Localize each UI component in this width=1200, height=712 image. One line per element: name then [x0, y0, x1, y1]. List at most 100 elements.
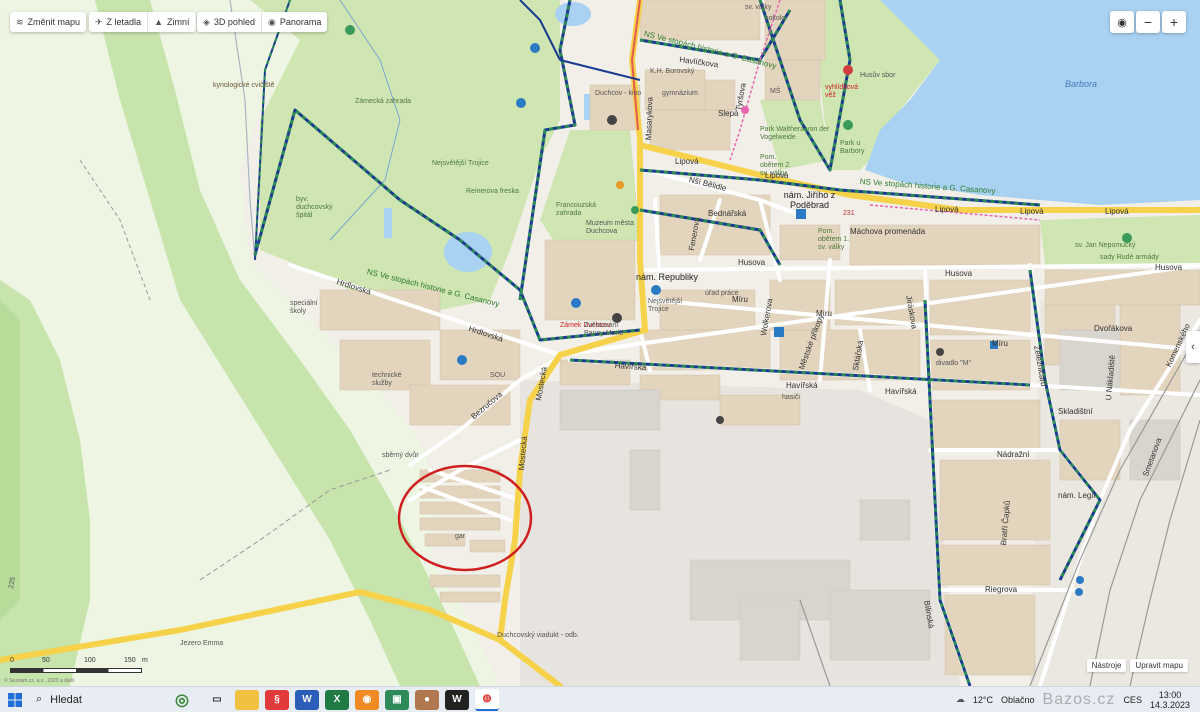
start-button[interactable] — [0, 687, 30, 712]
label-divadlo: divadlo "M" — [936, 360, 971, 367]
zoom-out-button[interactable]: − — [1136, 11, 1160, 33]
clock-date: 14.3.2023 — [1149, 699, 1190, 710]
attribution[interactable]: © Seznam.cz, a.s., 2023 a další — [4, 678, 75, 684]
3d-view-button[interactable]: ◈ 3D pohled — [197, 12, 262, 32]
label-technicke-sluzby: technické služby — [372, 372, 402, 387]
label-barbora: Barbora — [1065, 79, 1098, 89]
system-tray: ☁ 12°C Oblačno Bazos.cz CES 13:00 14.3.2… — [956, 687, 1190, 712]
label-nam-republiky: nám. Republiky — [636, 272, 699, 282]
street-husova2: Husova — [945, 269, 973, 278]
label-nejsvetejsi: Nejsvětější Trojice — [432, 160, 489, 167]
app-avatar-icon[interactable]: ● — [415, 689, 439, 710]
street-lipova4: Lipová — [1020, 207, 1044, 216]
street-skladistni: Skladištní — [1058, 407, 1093, 416]
excel-icon[interactable]: X — [325, 689, 349, 710]
watermark: Bazos.cz — [1042, 690, 1116, 708]
label-duchcovsky-viadukt: Duchcovský viadukt - odb. — [497, 632, 579, 639]
label-zvestovani: Zvěstování Panny Marie — [584, 322, 624, 337]
copilot-icon[interactable]: ◎ — [165, 690, 199, 710]
label-husuv-sbor: Husův sbor — [860, 72, 896, 79]
street-havirska3: Havířská — [885, 387, 917, 396]
edit-map-button[interactable]: Upravit mapu — [1130, 659, 1188, 672]
task-view-icon[interactable]: ▭ — [205, 690, 229, 710]
map-type-toolbar: ≋ Změnit mapu — [10, 12, 87, 32]
scale-tick: 50 — [42, 657, 50, 664]
windows-icon — [8, 692, 22, 707]
label-byv-spital: byv. duchcovský špitál — [296, 196, 333, 219]
label-hasici: hasiči — [782, 394, 800, 401]
locate-button[interactable]: ◉ — [1110, 11, 1134, 33]
file-explorer-icon[interactable] — [235, 689, 259, 710]
side-panel-toggle[interactable]: ‹ — [1186, 331, 1200, 363]
label-zamecka-zahrada: Zámecká zahrada — [355, 98, 412, 105]
search-icon: ⌕ — [36, 693, 43, 705]
chrome-icon[interactable]: ◍ — [475, 688, 499, 711]
label-sberny-dvur: sběrný dvůr — [382, 452, 419, 459]
language-indicator[interactable]: CES — [1123, 695, 1142, 705]
aerial-button[interactable]: ✈ Z letadla — [89, 12, 149, 32]
label-reinerova: Reinerova freska — [466, 188, 519, 195]
weather-temp[interactable]: 12°C — [973, 695, 993, 705]
weather-desc[interactable]: Oblačno — [1001, 695, 1035, 705]
label-duchcov-kino: Duchcov - kino — [595, 90, 642, 97]
label-gar: gar — [455, 533, 466, 540]
street-lipova: Lipová — [675, 157, 699, 166]
street-nadrazni: Nádražní — [997, 450, 1030, 459]
label-sou: SOU — [490, 372, 506, 379]
street-husova3: Husova — [1155, 263, 1183, 272]
label-muzeum: Muzeum města Duchcova — [586, 220, 634, 235]
zoom-in-button[interactable]: + — [1162, 11, 1186, 33]
taskbar-search[interactable]: ⌕ Hledat — [30, 687, 162, 712]
label-ms: MŠ — [770, 88, 781, 95]
street-husova: Husova — [738, 258, 766, 267]
map-canvas[interactable] — [0, 0, 1200, 686]
label-kh-borovsky: K.H. Borovský — [650, 68, 695, 75]
clock[interactable]: 13:00 14.3.2023 — [1150, 690, 1190, 710]
map-tools: Nástroje Upravit mapu — [1086, 659, 1188, 672]
view-toolbar: ◈ 3D pohled ◉ Panorama — [197, 12, 328, 32]
label-park-walthera: Park Walthera von der Vogelweide — [760, 126, 830, 141]
label-sokolo: sokolo — [765, 15, 786, 22]
label-jezero-emma: Jezero Emma — [180, 640, 224, 647]
app-dark-icon[interactable]: W — [445, 689, 469, 710]
label-sady-rude: sady Rudé armády — [1100, 254, 1159, 261]
scale-unit: m — [142, 657, 148, 664]
firefox-icon[interactable]: ◉ — [355, 689, 379, 710]
street-lipova5: Lipová — [1105, 207, 1129, 216]
zoom-controls: ◉ − + — [1110, 11, 1186, 33]
label-vyhlidkova-vez: vyhlídková věž — [825, 84, 859, 99]
map-view[interactable]: kynologické cvičiště Zámecká zahrada Nej… — [0, 0, 1200, 686]
street-miru3: Míru — [992, 339, 1008, 348]
street-miru: Míru — [732, 295, 748, 304]
label-gymnazium: gymnázium — [662, 90, 698, 97]
cube-icon: ◈ — [203, 16, 210, 27]
scale-tick: 150 — [124, 657, 136, 664]
cloud-icon: ☁ — [955, 694, 965, 704]
tools-button[interactable]: Nástroje — [1086, 659, 1127, 672]
street-lipova3: Lipová — [935, 205, 959, 214]
scale-bar-graphic — [10, 668, 142, 673]
label-nejsvetejsi2: Nejsvětější Trojice — [648, 298, 683, 313]
word-icon[interactable]: W — [295, 689, 319, 710]
app-red-icon[interactable]: § — [265, 689, 289, 710]
label-francouzska: Francouzská zahrada — [556, 202, 597, 217]
layers-icon: ≋ — [16, 16, 24, 27]
app-green-icon[interactable]: ▣ — [385, 689, 409, 710]
taskbar: ⌕ Hledat ◎ ▭ § W X ◉ ▣ ● W ◍ ☁ 12°C Obla… — [0, 686, 1200, 712]
street-dvorakova: Dvořákova — [1094, 324, 1133, 333]
clock-time: 13:00 — [1158, 689, 1182, 700]
label-sv-jan: sv. Jan Nepomucký — [1075, 242, 1136, 249]
scale-tick: 0 — [10, 657, 14, 664]
winter-button[interactable]: ▲ Zimní — [148, 12, 195, 32]
street-bednarska: Bednářská — [708, 209, 747, 218]
eye-icon: ◉ — [267, 16, 276, 27]
label-park-barbory: Park u Barbory — [840, 140, 865, 155]
panorama-button[interactable]: ◉ Panorama — [262, 12, 327, 32]
change-map-button[interactable]: ≋ Změnit mapu — [10, 12, 86, 32]
label-slepa: Slepá — [718, 109, 739, 118]
label-specialni-skoly: speciální školy — [290, 300, 318, 315]
road-number-231: 231 — [843, 210, 855, 217]
street-masarykova: Masarykova — [644, 96, 655, 141]
street-nam-legii: nám. Legií — [1058, 491, 1096, 500]
label-kynologicke: kynologické cvičiště — [213, 82, 275, 89]
